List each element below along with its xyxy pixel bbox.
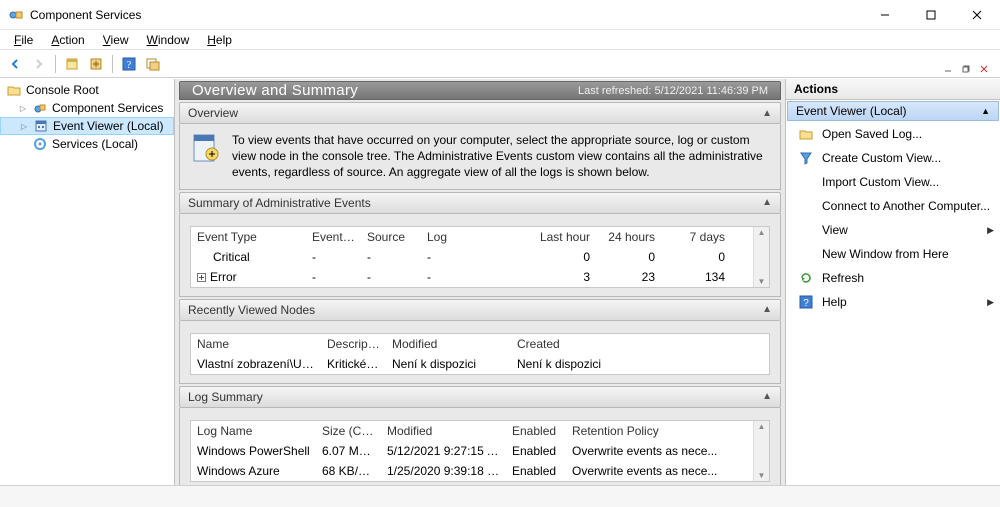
toolbar-separator (55, 55, 56, 73)
help-button[interactable]: ? (118, 53, 140, 75)
collapse-icon[interactable]: ▲ (762, 304, 772, 315)
menu-action[interactable]: Action (43, 32, 92, 48)
svg-text:?: ? (127, 60, 132, 71)
tree-services[interactable]: ▷ Services (Local) (0, 135, 174, 153)
title-bar: Component Services (0, 0, 1000, 30)
action-import-custom-view[interactable]: Import Custom View... (786, 170, 1000, 194)
svg-text:?: ? (803, 298, 809, 309)
collapse-icon[interactable]: ▲ (762, 391, 772, 402)
funnel-icon (798, 150, 814, 166)
section-summary-header[interactable]: Summary of Administrative Events ▲ (179, 192, 781, 214)
table-row[interactable]: Windows Azure 68 KB/1.00... 1/25/2020 9:… (191, 461, 753, 481)
overview-header: Overview and Summary Last refreshed: 5/1… (179, 81, 781, 100)
nav-forward-button[interactable] (28, 53, 50, 75)
toolbar-button-3[interactable] (142, 53, 164, 75)
expand-icon[interactable] (197, 273, 206, 282)
event-viewer-icon (33, 118, 49, 134)
action-create-custom-view[interactable]: Create Custom View... (786, 146, 1000, 170)
refresh-icon (798, 270, 814, 286)
help-icon: ? (798, 294, 814, 310)
action-open-saved-log[interactable]: Open Saved Log... (786, 122, 1000, 146)
window-title: Component Services (30, 8, 141, 22)
action-view[interactable]: View ▶ (786, 218, 1000, 242)
action-help[interactable]: ? Help ▶ (786, 290, 1000, 314)
table-row[interactable]: Critical - - - 0 0 0 (191, 247, 753, 267)
menu-help[interactable]: Help (199, 32, 240, 48)
status-bar (0, 485, 1000, 507)
action-connect-computer[interactable]: Connect to Another Computer... (786, 194, 1000, 218)
console-tree[interactable]: Console Root ▷ Component Services ▷ Even… (0, 79, 175, 485)
collapse-icon[interactable]: ▲ (762, 197, 772, 208)
nav-back-button[interactable] (4, 53, 26, 75)
collapse-icon[interactable]: ▲ (981, 106, 990, 116)
section-overview-header[interactable]: Overview ▲ (179, 102, 781, 124)
menu-file[interactable]: File (6, 32, 41, 48)
toolbar: ? (0, 50, 1000, 78)
tree-component-services[interactable]: ▷ Component Services (0, 99, 174, 117)
expander-icon[interactable]: ▷ (19, 121, 29, 131)
actions-group-header[interactable]: Event Viewer (Local) ▲ (787, 101, 999, 121)
tree-event-viewer[interactable]: ▷ Event Viewer (Local) (0, 117, 174, 135)
recent-grid[interactable]: Name Description Modified Created Vlastn… (190, 333, 770, 375)
toolbar-button-1[interactable] (61, 53, 83, 75)
minimize-button[interactable] (862, 0, 908, 30)
summary-grid[interactable]: Event Type Event ID Source Log Last hour… (190, 226, 770, 288)
toolbar-button-2[interactable] (85, 53, 107, 75)
scrollbar[interactable]: ▲▼ (753, 227, 769, 287)
action-new-window[interactable]: New Window from Here (786, 242, 1000, 266)
component-services-icon (32, 100, 48, 116)
event-log-icon (190, 132, 222, 164)
section-logsummary-header[interactable]: Log Summary ▲ (179, 386, 781, 408)
menu-window[interactable]: Window (139, 32, 198, 48)
mdi-close-button[interactable] (976, 62, 992, 76)
actions-title: Actions (786, 79, 1000, 100)
expander-icon[interactable]: ▷ (18, 103, 28, 113)
close-button[interactable] (954, 0, 1000, 30)
app-icon (8, 7, 24, 23)
scrollbar[interactable]: ▲▼ (753, 421, 769, 481)
maximize-button[interactable] (908, 0, 954, 30)
mdi-restore-button[interactable] (958, 62, 974, 76)
collapse-icon[interactable]: ▲ (762, 108, 772, 119)
toolbar-separator (112, 55, 113, 73)
chevron-right-icon: ▶ (987, 297, 994, 308)
tree-root[interactable]: Console Root (0, 81, 174, 99)
logsummary-grid[interactable]: Log Name Size (Curre... Modified Enabled… (190, 420, 770, 482)
folder-icon (6, 82, 22, 98)
open-log-icon (798, 126, 814, 142)
action-refresh[interactable]: Refresh (786, 266, 1000, 290)
chevron-right-icon: ▶ (987, 225, 994, 236)
details-pane: Overview and Summary Last refreshed: 5/1… (175, 79, 785, 485)
table-row[interactable]: Error - - - 3 23 134 (191, 267, 753, 287)
services-icon (32, 136, 48, 152)
table-row[interactable]: Windows PowerShell 6.07 MB/1... 5/12/202… (191, 441, 753, 461)
section-recent-header[interactable]: Recently Viewed Nodes ▲ (179, 299, 781, 321)
menu-view[interactable]: View (95, 32, 137, 48)
table-row[interactable]: Vlastní zobrazení\Událost... Kritické ud… (191, 354, 769, 374)
mdi-minimize-button[interactable] (940, 62, 956, 76)
menubar: File Action View Window Help (0, 30, 1000, 50)
actions-pane: Actions Event Viewer (Local) ▲ Open Save… (785, 79, 1000, 485)
